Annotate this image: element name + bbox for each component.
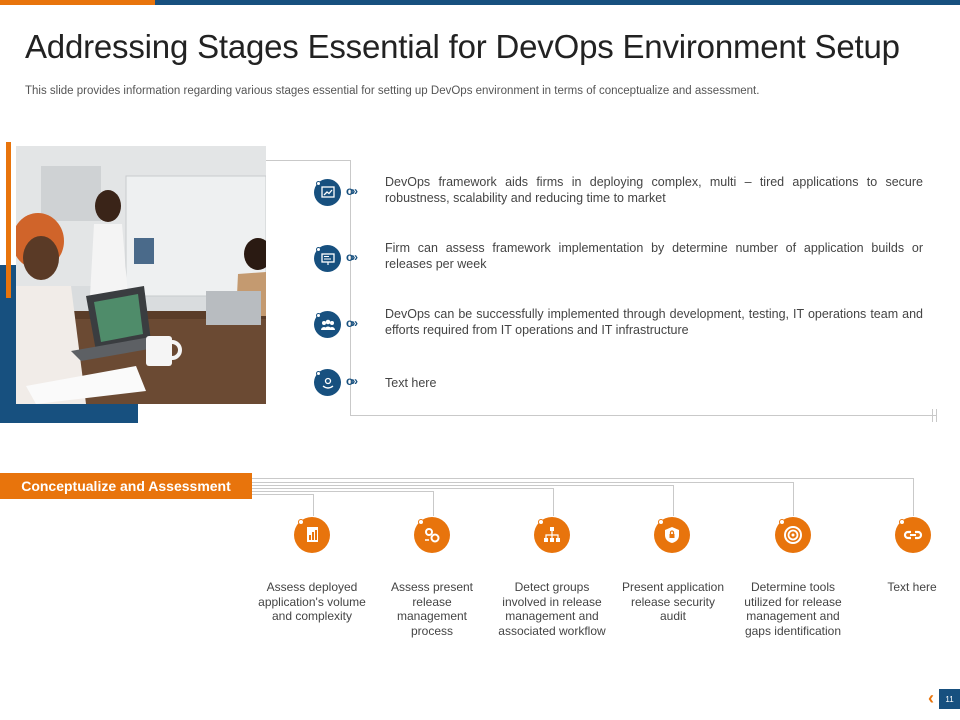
stage-text: Present application release security aud… (621, 580, 725, 623)
stage-text: Determine tools utilized for release man… (744, 580, 842, 638)
double-chevron-icon: o» (346, 316, 358, 330)
chart-icon (314, 179, 341, 206)
bracket-line (266, 160, 350, 161)
stage-text: Assess present release management proces… (390, 580, 474, 638)
connector-line (252, 485, 673, 486)
document-chart-icon (294, 517, 330, 553)
page-number: 11 (939, 689, 960, 709)
connector-line (913, 478, 914, 516)
bracket-end-mark (932, 409, 933, 422)
connector-line (252, 488, 553, 489)
point-text: DevOps framework aids firms in deploying… (385, 175, 923, 205)
bracket-line (350, 415, 936, 416)
double-chevron-icon: o» (346, 250, 358, 264)
point-text: Text here (385, 376, 437, 390)
presentation-board-icon (314, 245, 341, 272)
connector-line (252, 491, 433, 492)
stage-text: Text here (887, 580, 937, 594)
shield-lock-icon (654, 517, 690, 553)
point-text: DevOps can be successfully implemented t… (385, 307, 923, 337)
double-chevron-icon: o» (346, 374, 358, 388)
connector-line (673, 485, 674, 516)
gears-process-icon (414, 517, 450, 553)
point-text: Firm can assess framework implementation… (385, 241, 923, 271)
target-icon (775, 517, 811, 553)
hierarchy-icon (534, 517, 570, 553)
meeting-photo (16, 146, 266, 404)
double-chevron-icon: o» (346, 184, 358, 198)
connector-line (252, 478, 913, 479)
section-label: Conceptualize and Assessment (0, 473, 252, 499)
chevron-left-icon: ‹ (928, 688, 934, 708)
stage-text: Assess deployed application's volume and… (258, 580, 366, 623)
team-icon (314, 311, 341, 338)
top-accent-bar-blue (155, 0, 960, 5)
connector-line (433, 491, 434, 516)
connector-line (313, 494, 314, 516)
slide-subtitle: This slide provides information regardin… (25, 85, 760, 97)
photo-decor-line (6, 142, 11, 298)
stage-text: Detect groups involved in release manage… (498, 580, 606, 638)
hand-gear-icon (314, 369, 341, 396)
bracket-end-mark (936, 409, 937, 422)
connector-line (252, 494, 313, 495)
connector-line (553, 488, 554, 516)
top-accent-bar-orange (0, 0, 155, 5)
connector-line (793, 482, 794, 516)
connector-line (252, 482, 793, 483)
link-icon (895, 517, 931, 553)
slide-title: Addressing Stages Essential for DevOps E… (25, 28, 900, 65)
